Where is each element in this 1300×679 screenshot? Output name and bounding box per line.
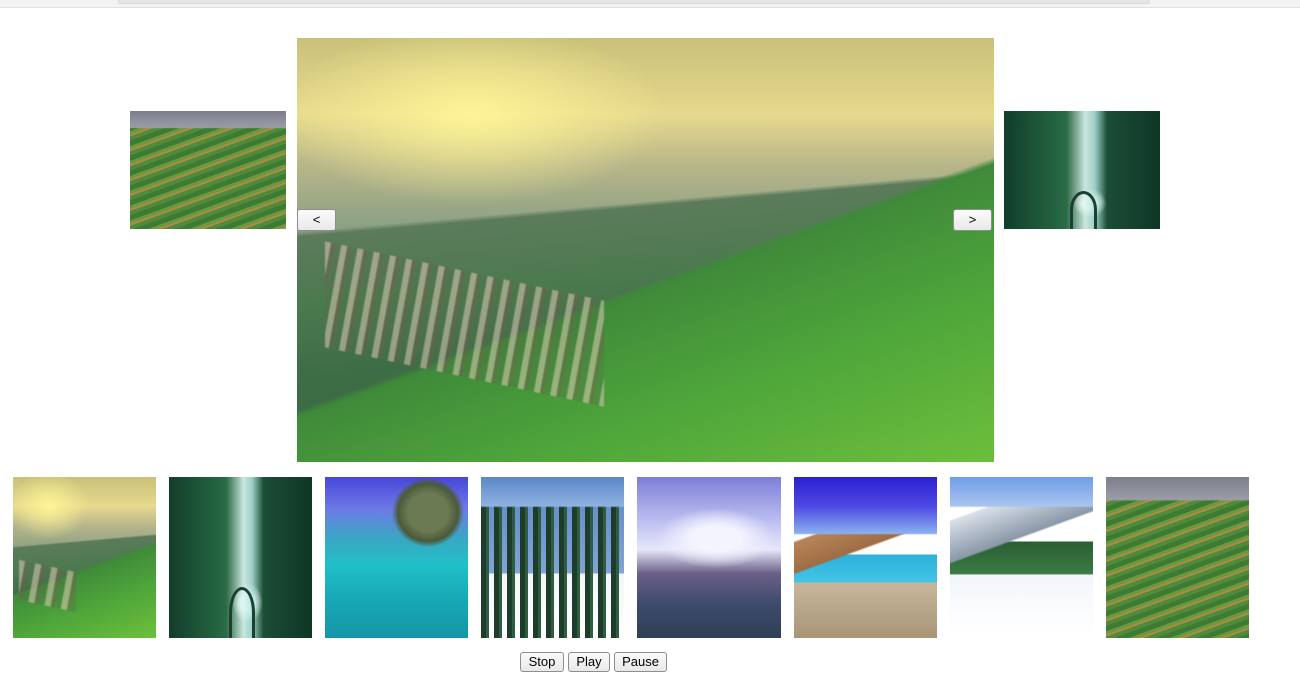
next-slide-preview[interactable] <box>1004 111 1160 229</box>
stop-button[interactable]: Stop <box>520 652 564 672</box>
pause-button[interactable]: Pause <box>614 652 667 672</box>
browser-top-edge <box>0 0 1300 8</box>
prev-slide-preview[interactable] <box>130 111 286 229</box>
previous-button[interactable]: < <box>297 209 336 231</box>
thumbnail-5[interactable] <box>637 477 781 638</box>
thumbnail-8[interactable] <box>1106 477 1249 638</box>
thumbnail-7[interactable] <box>950 477 1093 638</box>
next-button[interactable]: > <box>953 209 992 231</box>
thumbnail-4[interactable] <box>481 477 624 638</box>
main-slide-image <box>297 38 994 462</box>
play-button[interactable]: Play <box>568 652 610 672</box>
horizontal-scrollbar[interactable] <box>118 0 1150 4</box>
thumbnail-1[interactable] <box>13 477 156 638</box>
thumbnail-6[interactable] <box>794 477 937 638</box>
thumbnail-3[interactable] <box>325 477 468 638</box>
thumbnail-2[interactable] <box>169 477 312 638</box>
